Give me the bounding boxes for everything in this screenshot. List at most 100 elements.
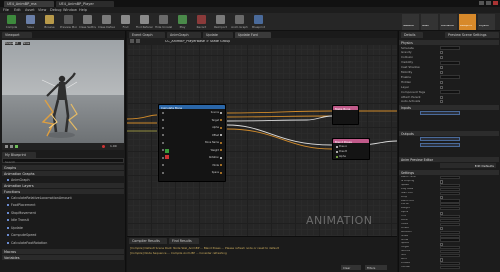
rewind-icon[interactable]	[5, 145, 8, 148]
make-bone-node[interactable]: Make Bone	[332, 105, 359, 125]
node-pin[interactable]: Target	[212, 119, 223, 122]
output-value-field[interactable]	[420, 137, 460, 141]
input-pin[interactable]	[161, 126, 165, 129]
toolbar-button-blueprint[interactable]: Blueprint	[250, 14, 267, 30]
toolbar-button-class-settings[interactable]: Class Settings	[79, 14, 96, 30]
section-animation-layers[interactable]: Animation Layers	[2, 183, 124, 188]
property-value-field[interactable]	[440, 90, 460, 95]
property-checkbox[interactable]	[440, 85, 443, 89]
property-value-field[interactable]	[440, 218, 460, 223]
property-value-field[interactable]	[440, 46, 460, 50]
input-pin[interactable]	[161, 134, 165, 137]
blueprint-search-input[interactable]: Search	[2, 158, 124, 163]
show-button[interactable]: Show	[23, 42, 30, 45]
tab-compiler-results[interactable]: Compiler Results	[129, 238, 167, 244]
function-list-item[interactable]: Update	[5, 225, 123, 230]
section-physics[interactable]: Physics	[399, 40, 499, 45]
property-value-field[interactable]	[440, 187, 460, 191]
property-checkbox[interactable]	[440, 66, 443, 70]
node-pin[interactable]: Rotation	[209, 156, 223, 159]
function-list-item[interactable]: CalculateRelativeLocomotionAmount	[5, 195, 123, 200]
node-pin[interactable]: Space	[212, 171, 223, 174]
step-back-icon[interactable]	[10, 145, 13, 148]
menu-debug[interactable]: Debug	[50, 8, 62, 12]
node-pin[interactable]: Mode	[212, 164, 223, 167]
node-pin[interactable]: Weight	[211, 149, 223, 152]
property-value-field[interactable]	[440, 207, 460, 211]
toolbar-button-record[interactable]: Record	[193, 14, 210, 30]
output-value-field[interactable]	[420, 143, 460, 147]
input-pin[interactable]	[161, 119, 165, 122]
menu-asset[interactable]: Asset	[25, 8, 35, 12]
section-graphs[interactable]: Graphs	[2, 165, 124, 170]
menu-edit[interactable]: Edit	[14, 8, 21, 12]
section-anim-preview[interactable]: Anim Preview Editor	[399, 157, 499, 162]
list-item-animgraph[interactable]: AnimGraph	[5, 177, 123, 182]
mode-tab-animation[interactable]: Animation	[440, 14, 457, 30]
toolbar-button-preview-mode[interactable]: Preview Mode	[60, 14, 77, 30]
toolbar-button-save[interactable]: Save	[22, 14, 39, 30]
tab-find-results[interactable]: Find Results	[169, 238, 199, 244]
property-value-field[interactable]	[440, 75, 460, 80]
tab-preview-scene[interactable]: Preview Scene Settings	[445, 32, 499, 38]
green-value-swatch[interactable]	[165, 149, 169, 153]
mode-tab-physics[interactable]: Physics	[478, 14, 495, 30]
property-value-field[interactable]	[440, 183, 460, 187]
section-settings[interactable]: Settings	[399, 170, 499, 175]
clear-button[interactable]: Clear	[341, 265, 361, 270]
function-list-item[interactable]: CalculateFootRotation	[5, 240, 123, 245]
toolbar-button-reimport[interactable]: Reimport	[212, 14, 229, 30]
property-value-field[interactable]	[440, 60, 460, 65]
menu-file[interactable]: File	[3, 8, 9, 12]
edit-defaults-button[interactable]: Edit Defaults	[440, 163, 496, 168]
property-value-field[interactable]	[440, 238, 460, 242]
function-list-item[interactable]: Idle Transit	[5, 218, 123, 223]
property-checkbox[interactable]	[440, 80, 443, 84]
property-checkbox[interactable]	[440, 100, 443, 104]
maximize-icon[interactable]	[486, 1, 491, 5]
property-checkbox[interactable]	[440, 56, 443, 60]
menu-help[interactable]: Help	[79, 8, 87, 12]
mode-tab-blueprint[interactable]: Blueprint	[459, 14, 476, 30]
tab-details[interactable]: Details	[401, 32, 423, 38]
mode-tab-skeleton[interactable]: Skeleton	[402, 14, 419, 30]
record-icon[interactable]	[102, 145, 105, 148]
node-pin[interactable]: Offset	[212, 134, 223, 137]
toolbar-button-compile[interactable]: Compile	[3, 14, 20, 30]
property-value-field[interactable]	[440, 230, 460, 234]
section-animation-graphs[interactable]: Animation Graphs	[2, 171, 124, 176]
node-pin[interactable]: Alpha	[335, 155, 346, 158]
blend-poses-node[interactable]: Blend Poses Pose A Pose B Alpha	[332, 138, 370, 160]
toolbar-button-class-defaults[interactable]: Class Defaults	[98, 14, 115, 30]
property-value-field[interactable]	[440, 191, 460, 195]
viewport-menu-button[interactable]: Perspective	[5, 42, 19, 45]
toolbar-button-find-references[interactable]: Find References	[136, 14, 153, 30]
input-pin[interactable]	[161, 164, 165, 167]
lit-mode-button[interactable]: Lit	[15, 42, 21, 45]
section-variables[interactable]: Variables	[2, 255, 124, 260]
close-icon[interactable]	[493, 1, 498, 5]
input-pin[interactable]	[161, 141, 165, 144]
function-list-item[interactable]: FootPlacement	[5, 203, 123, 208]
filters-button[interactable]: Filters	[365, 265, 387, 270]
input-pin[interactable]	[161, 171, 165, 174]
back-arrow-icon[interactable]	[130, 39, 134, 43]
property-value-field[interactable]	[440, 203, 460, 207]
property-checkbox[interactable]	[440, 71, 443, 74]
forward-arrow-icon[interactable]	[136, 39, 140, 43]
section-outputs[interactable]: Outputs	[399, 131, 499, 136]
toolbar-button-browse[interactable]: Browse	[41, 14, 58, 30]
node-pin[interactable]: Pose A	[335, 145, 347, 148]
menu-window[interactable]: Window	[63, 8, 77, 12]
node-pin[interactable]: Alpha	[212, 126, 223, 129]
calculate-bone-node[interactable]: Calculate Bone Source Target Alpha Offset Bo…	[158, 104, 226, 182]
section-functions[interactable]: Functions	[2, 189, 124, 194]
section-macros[interactable]: Macros	[2, 249, 124, 254]
node-pin[interactable]: Bone Name	[205, 141, 223, 144]
minimize-icon[interactable]	[479, 1, 484, 5]
property-checkbox[interactable]	[440, 95, 443, 99]
play-icon[interactable]	[15, 145, 18, 148]
function-list-item[interactable]: StopMovement	[5, 210, 123, 215]
property-value-field[interactable]	[440, 176, 460, 180]
toolbar-button-play[interactable]: Play	[174, 14, 191, 30]
